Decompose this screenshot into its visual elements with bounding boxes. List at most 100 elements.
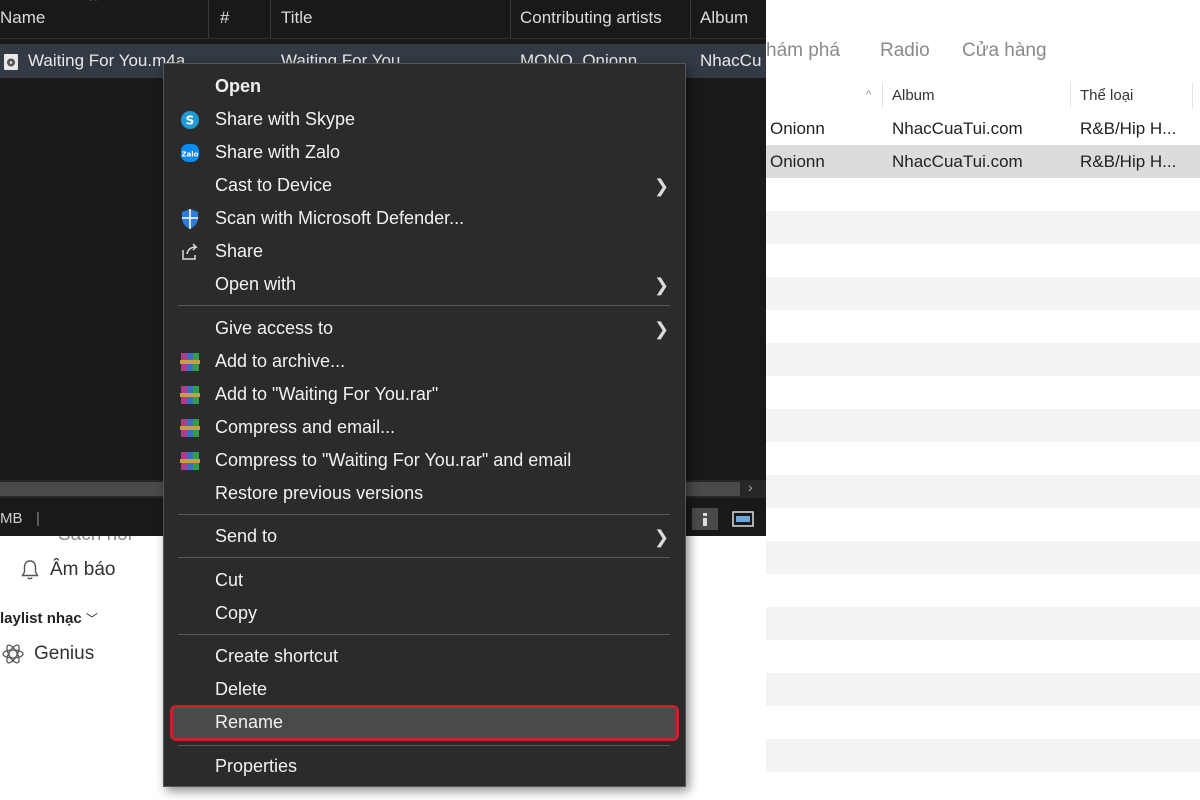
winrar-icon bbox=[179, 352, 201, 372]
column-name[interactable]: Name bbox=[0, 8, 45, 28]
menu-item-label: Cast to Device bbox=[215, 175, 333, 195]
status-size: MB bbox=[0, 510, 23, 527]
menu-item-label: Share bbox=[215, 241, 264, 261]
column-album[interactable]: Album bbox=[700, 8, 748, 28]
menu-item-label: Rename bbox=[215, 712, 284, 732]
sidebar-item-notifications[interactable]: Âm báo bbox=[18, 558, 115, 582]
menu-item-give-access[interactable]: Give access to ❯ bbox=[164, 312, 685, 345]
share-icon bbox=[179, 242, 201, 262]
tiles-view-icon bbox=[732, 511, 754, 527]
menu-item-label: Send to bbox=[215, 526, 278, 546]
menu-item-label: Open with bbox=[215, 274, 297, 294]
menu-item-label: Copy bbox=[215, 603, 258, 623]
song-table: ^ Album Thể loại Onionn NhacCuaTui.com R… bbox=[766, 78, 1200, 800]
file-name: Waiting For You.m4a bbox=[28, 51, 186, 70]
row-genre: R&B/Hip H... bbox=[1080, 119, 1177, 138]
menu-item-label: Properties bbox=[215, 756, 298, 776]
menu-item-compress-rar-email[interactable]: Compress to "Waiting For You.rar" and em… bbox=[164, 444, 685, 477]
row-artist: Onionn bbox=[770, 119, 825, 138]
menu-item-delete[interactable]: Delete bbox=[164, 673, 685, 706]
menu-item-label: Delete bbox=[215, 679, 268, 699]
table-row[interactable]: Onionn NhacCuaTui.com R&B/Hip H... bbox=[766, 112, 1200, 145]
menu-item-scan-defender[interactable]: Scan with Microsoft Defender... bbox=[164, 202, 685, 235]
menu-separator bbox=[178, 634, 670, 635]
chevron-down-icon: ﹀ bbox=[85, 612, 98, 626]
sort-up-icon[interactable]: ^ bbox=[90, 0, 97, 8]
chevron-right-icon: ❯ bbox=[654, 527, 670, 547]
menu-item-compress-email[interactable]: Compress and email... bbox=[164, 411, 685, 444]
menu-item-label: Create shortcut bbox=[215, 646, 339, 666]
menu-item-label: Give access to bbox=[215, 318, 334, 338]
sidebar-item-genius[interactable]: Genius bbox=[0, 641, 94, 667]
column-title[interactable]: Title bbox=[281, 8, 313, 28]
shield-icon bbox=[179, 209, 201, 229]
scroll-right-icon[interactable]: › bbox=[748, 479, 753, 495]
context-menu: Open S Share with Skype Zalo Share with … bbox=[163, 63, 686, 787]
header-genre[interactable]: Thể loại bbox=[1080, 87, 1133, 104]
chevron-right-icon: ❯ bbox=[654, 319, 670, 339]
menu-item-properties[interactable]: Properties bbox=[164, 750, 685, 783]
menu-separator bbox=[178, 557, 670, 558]
column-number[interactable]: # bbox=[220, 8, 229, 28]
status-divider: | bbox=[36, 510, 40, 527]
menu-item-label: Scan with Microsoft Defender... bbox=[215, 208, 465, 228]
menu-item-label: Share with Skype bbox=[215, 109, 356, 129]
nav-store[interactable]: Cửa hàng bbox=[962, 40, 1047, 62]
menu-item-share[interactable]: Share bbox=[164, 235, 685, 268]
app-top-nav: hám phá Radio Cửa hàng bbox=[766, 26, 1200, 74]
tiles-view-button[interactable] bbox=[730, 508, 756, 530]
song-table-header: ^ Album Thể loại bbox=[766, 78, 1200, 113]
menu-separator bbox=[178, 305, 670, 306]
menu-item-open[interactable]: Open bbox=[164, 70, 685, 103]
row-genre: R&B/Hip H... bbox=[1080, 152, 1177, 171]
menu-item-label: Open bbox=[215, 76, 262, 96]
row-artist: Onionn bbox=[770, 152, 825, 171]
menu-item-share-skype[interactable]: S Share with Skype bbox=[164, 103, 685, 136]
menu-item-open-with[interactable]: Open with ❯ bbox=[164, 268, 685, 301]
zalo-icon: Zalo bbox=[179, 143, 201, 163]
svg-text:S: S bbox=[186, 114, 195, 128]
menu-item-label: Share with Zalo bbox=[215, 142, 341, 162]
menu-item-label: Compress to "Waiting For You.rar" and em… bbox=[215, 450, 572, 470]
menu-item-cast-to-device[interactable]: Cast to Device ❯ bbox=[164, 169, 685, 202]
menu-separator bbox=[178, 745, 670, 746]
winrar-icon bbox=[179, 418, 201, 438]
file-album: NhacCu bbox=[700, 51, 762, 70]
nav-explore[interactable]: hám phá bbox=[766, 40, 840, 62]
sidebar-label: Genius bbox=[34, 643, 95, 664]
svg-text:Zalo: Zalo bbox=[181, 151, 198, 159]
chevron-right-icon: ❯ bbox=[654, 275, 670, 295]
column-contributing-artists[interactable]: Contributing artists bbox=[520, 8, 662, 28]
bell-icon bbox=[21, 560, 39, 580]
menu-item-copy[interactable]: Copy bbox=[164, 597, 685, 630]
menu-item-label: Cut bbox=[215, 570, 244, 590]
sort-up-icon[interactable]: ^ bbox=[866, 89, 871, 101]
row-album: NhacCuaTui.com bbox=[892, 119, 1023, 138]
skype-icon: S bbox=[179, 110, 201, 130]
menu-item-label: Add to "Waiting For You.rar" bbox=[215, 384, 439, 404]
table-row[interactable]: Onionn NhacCuaTui.com R&B/Hip H... bbox=[766, 145, 1200, 178]
explorer-column-header: Name ^ # Title Contributing artists Albu… bbox=[0, 0, 766, 39]
row-album: NhacCuaTui.com bbox=[892, 152, 1023, 171]
menu-item-label: Restore previous versions bbox=[215, 483, 424, 503]
winrar-icon bbox=[179, 451, 201, 471]
menu-item-share-zalo[interactable]: Zalo Share with Zalo bbox=[164, 136, 685, 169]
menu-item-create-shortcut[interactable]: Create shortcut bbox=[164, 640, 685, 673]
details-view-icon bbox=[703, 513, 707, 526]
playlist-heading[interactable]: laylist nhạc ﹀ bbox=[0, 610, 98, 627]
details-view-button[interactable] bbox=[692, 508, 718, 530]
menu-item-cut[interactable]: Cut bbox=[164, 564, 685, 597]
chevron-right-icon: ❯ bbox=[654, 176, 670, 196]
menu-item-label: Compress and email... bbox=[215, 417, 396, 437]
header-album[interactable]: Album bbox=[892, 87, 935, 104]
winrar-icon bbox=[179, 385, 201, 405]
audio-file-icon bbox=[4, 54, 18, 70]
atom-icon bbox=[2, 644, 24, 664]
nav-radio[interactable]: Radio bbox=[880, 40, 930, 62]
menu-item-add-to-rar[interactable]: Add to "Waiting For You.rar" bbox=[164, 378, 685, 411]
menu-item-rename[interactable]: Rename bbox=[164, 706, 685, 739]
menu-item-add-to-archive[interactable]: Add to archive... bbox=[164, 345, 685, 378]
menu-separator bbox=[178, 514, 670, 515]
menu-item-restore-previous[interactable]: Restore previous versions bbox=[164, 477, 685, 510]
menu-item-send-to[interactable]: Send to ❯ bbox=[164, 520, 685, 553]
